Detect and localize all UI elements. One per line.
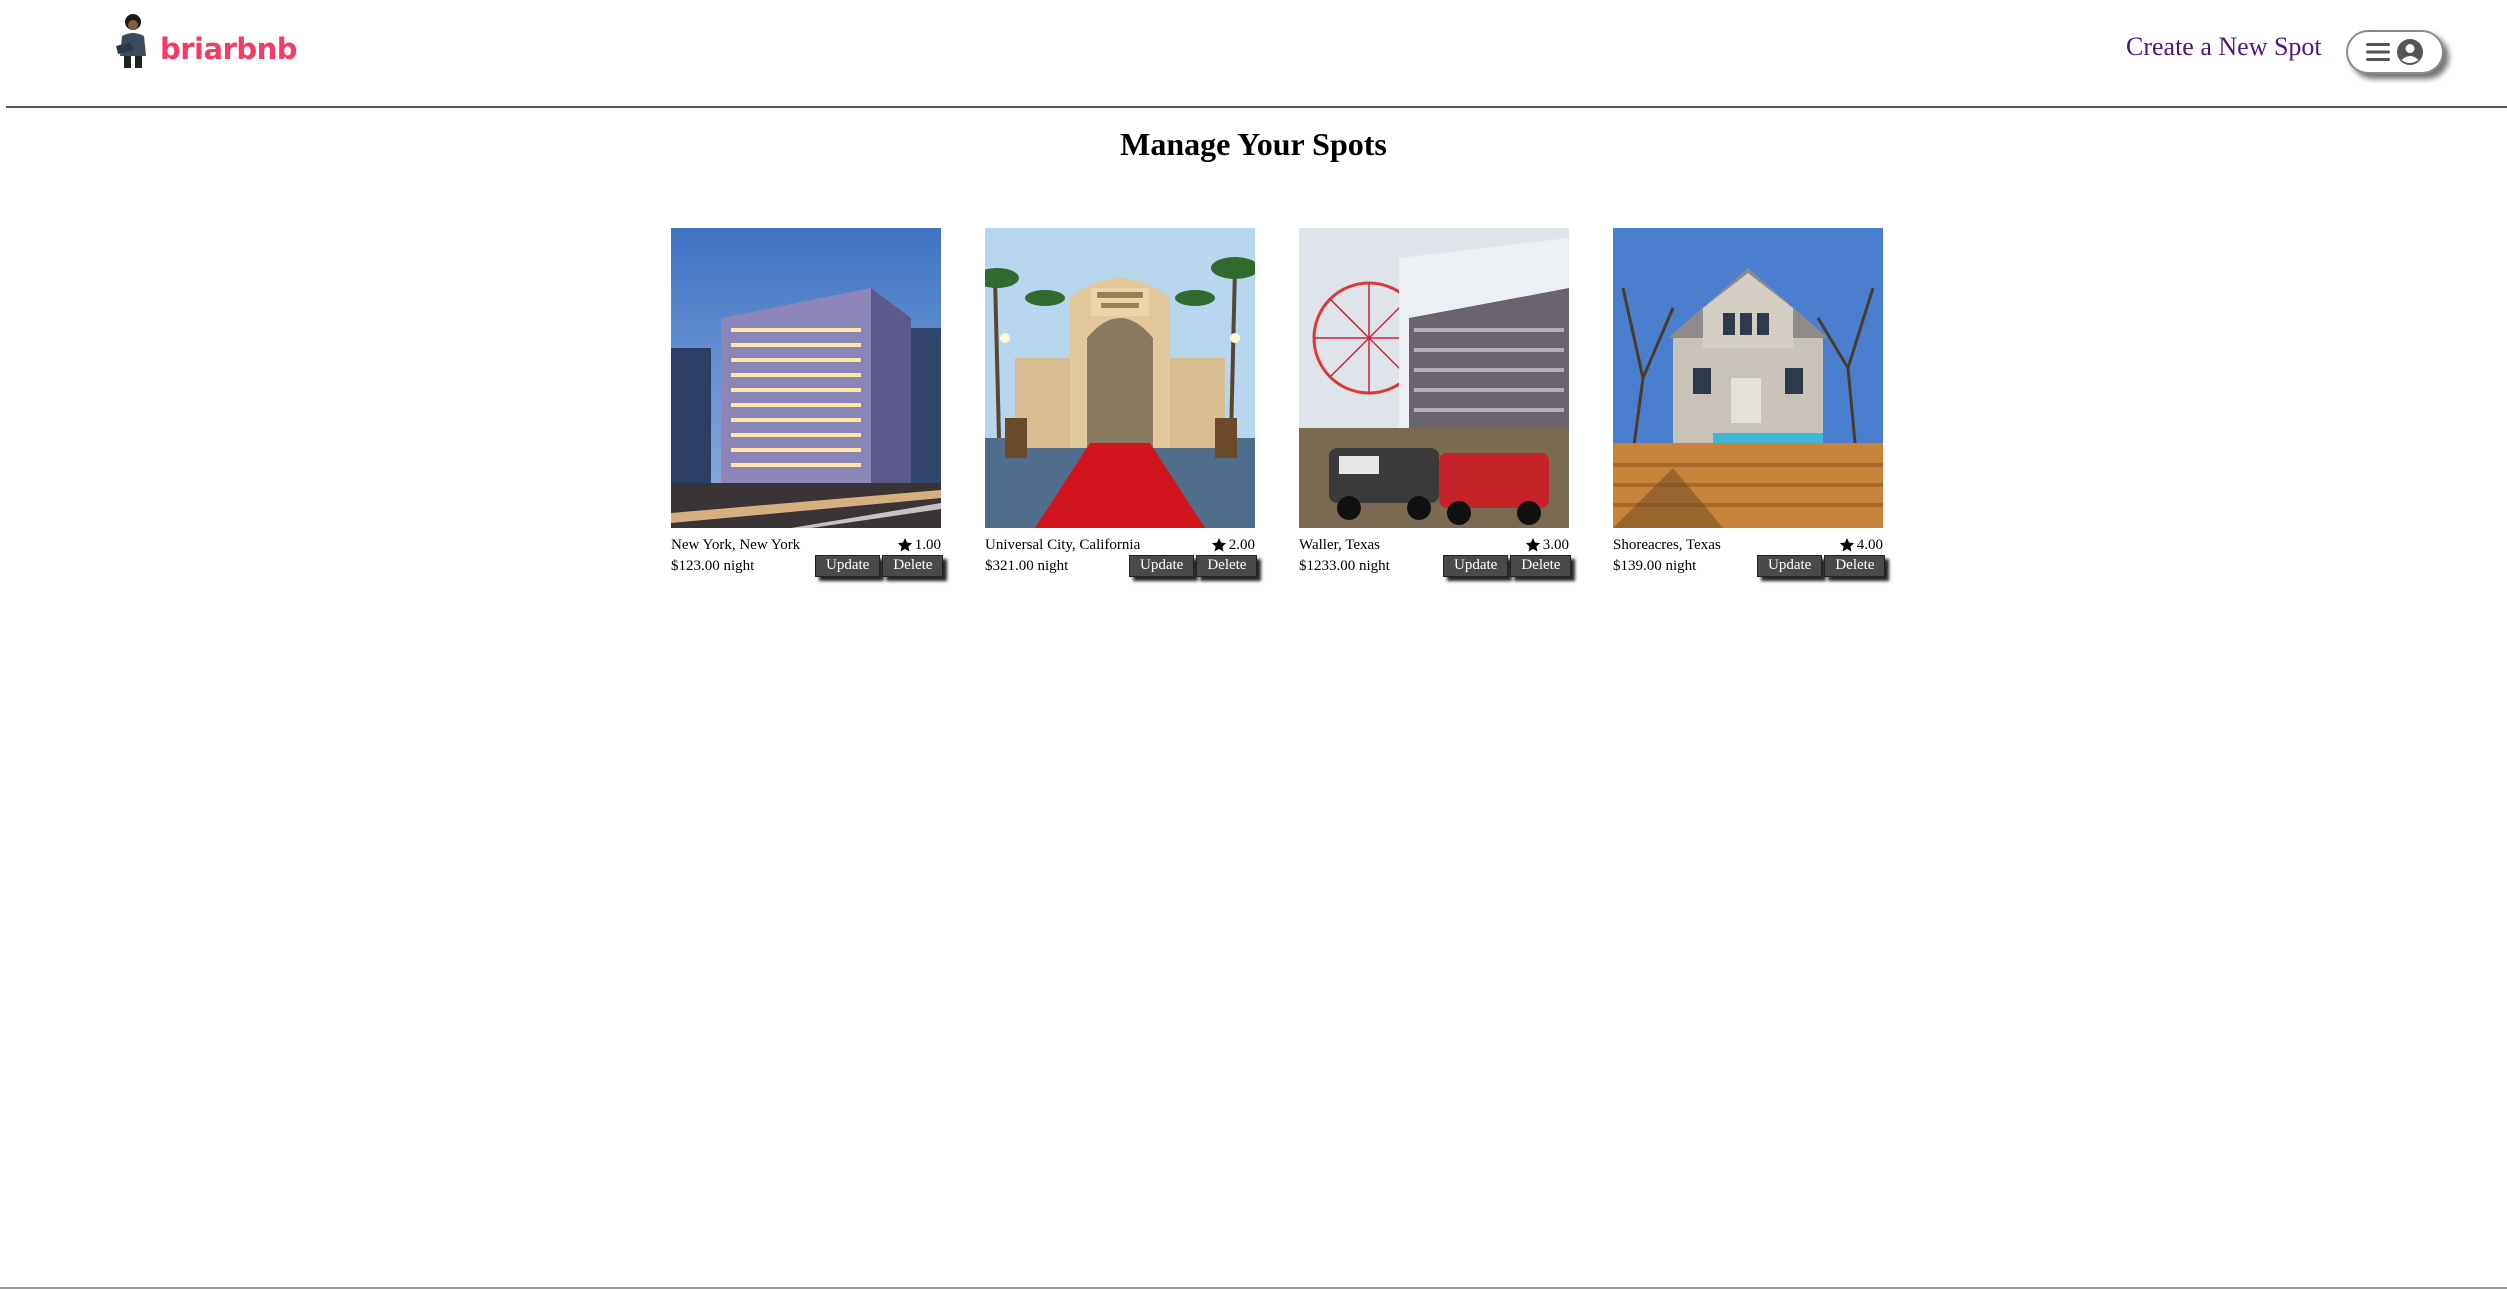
update-spot-button[interactable]: Update [815, 555, 881, 577]
spot-location: New York, New York [671, 536, 801, 553]
update-spot-button[interactable]: Update [1757, 555, 1823, 577]
update-spot-button[interactable]: Update [1443, 555, 1509, 577]
top-navigation-bar: briarbnb Create a New Spot [6, 0, 2507, 108]
user-circle-icon [2397, 39, 2423, 65]
update-spot-button[interactable]: Update [1129, 555, 1195, 577]
star-icon [897, 538, 912, 552]
spot-rating-value: 1.00 [914, 536, 941, 553]
spot-location: Shoreacres, Texas [1613, 536, 1721, 553]
spot-card: Shoreacres, Texas 4.00 $139.00 night Upd… [1613, 228, 1886, 577]
spot-image[interactable] [985, 228, 1255, 528]
spot-card: New York, New York 1.00 $123.00 night Up… [671, 228, 944, 577]
page-bottom-divider [0, 1287, 2507, 1289]
spot-rating-value: 2.00 [1228, 536, 1255, 553]
spots-grid: New York, New York 1.00 $123.00 night Up… [671, 228, 1886, 577]
hamburger-menu-icon [2366, 43, 2390, 61]
spot-card: Universal City, California 2.00 $321.00 … [985, 228, 1258, 577]
delete-spot-button[interactable]: Delete [882, 555, 944, 577]
spot-rating: 1.00 [897, 537, 941, 554]
spot-actions: Update Delete [815, 555, 944, 577]
profile-menu-button[interactable] [2346, 30, 2444, 74]
spot-actions: Update Delete [1757, 555, 1886, 577]
spot-rating-value: 3.00 [1542, 536, 1569, 553]
spot-actions: Update Delete [1129, 555, 1258, 577]
delete-spot-button[interactable]: Delete [1510, 555, 1572, 577]
person-mascot-icon [116, 14, 146, 68]
spot-rating: 3.00 [1525, 537, 1569, 554]
page-title: Manage Your Spots [1120, 126, 1387, 162]
spot-image[interactable] [671, 228, 941, 528]
home-logo-link[interactable]: briarbnb [110, 12, 298, 68]
spot-card: Waller, Texas 3.00 $1233.00 night Update… [1299, 228, 1572, 577]
spot-actions: Update Delete [1443, 555, 1572, 577]
spot-rating: 2.00 [1211, 537, 1255, 554]
spot-rating: 4.00 [1839, 537, 1883, 554]
create-new-spot-link[interactable]: Create a New Spot [2126, 32, 2322, 62]
star-icon [1839, 538, 1854, 552]
star-icon [1211, 538, 1226, 552]
delete-spot-button[interactable]: Delete [1196, 555, 1258, 577]
spot-location: Waller, Texas [1299, 536, 1380, 553]
spot-location: Universal City, California [985, 536, 1141, 553]
spot-image[interactable] [1299, 228, 1569, 528]
spot-image[interactable] [1613, 228, 1883, 528]
delete-spot-button[interactable]: Delete [1824, 555, 1886, 577]
logo-text: briarbnb [160, 32, 298, 66]
spot-rating-value: 4.00 [1856, 536, 1883, 553]
star-icon [1525, 538, 1540, 552]
